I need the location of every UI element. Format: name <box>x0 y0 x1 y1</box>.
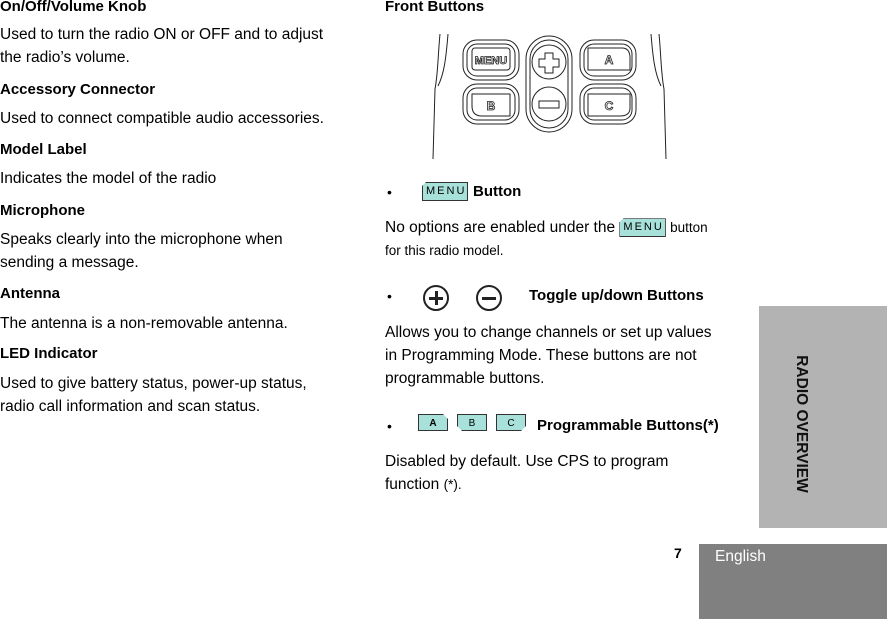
illustration-label-menu: MENU <box>475 55 507 67</box>
section-tab-label: RADIO OVERVIEW <box>793 355 810 493</box>
toggle-description-1: Allows you to change channels or set up … <box>385 324 712 341</box>
toggle-description-3: programmable buttons. <box>385 370 545 387</box>
illustration-label-c: C <box>605 99 614 113</box>
programmable-buttons-title: Programmable Buttons(*) <box>537 417 719 434</box>
menu-description-before: No options are enabled under the <box>385 219 616 236</box>
text-volume-knob-1: Used to turn the radio ON or OFF and to … <box>0 26 324 43</box>
menu-button-title: Button <box>473 183 522 200</box>
programmable-description-2: function (*). <box>385 474 462 497</box>
toggle-description-2: in Programming Mode. These buttons are n… <box>385 347 697 364</box>
illustration-label-b: B <box>487 99 496 113</box>
programmable-button-a-icon: A <box>418 414 448 431</box>
text-volume-knob-2: the radio’s volume. <box>0 49 130 66</box>
section-side-tab: RADIO OVERVIEW <box>759 306 887 528</box>
text-microphone-2: sending a message. <box>0 254 139 271</box>
programmable-button-b-icon: B <box>457 414 487 431</box>
heading-microphone: Microphone <box>0 202 85 219</box>
heading-accessory-connector: Accessory Connector <box>0 81 156 98</box>
heading-front-buttons: Front Buttons <box>385 0 485 15</box>
heading-antenna: Antenna <box>0 285 60 302</box>
text-antenna: The antenna is a non-removable antenna. <box>0 315 288 332</box>
bullet: • <box>387 184 392 200</box>
text-led-indicator-1: Used to give battery status, power-up st… <box>0 375 307 392</box>
menu-inline-icon: MENU <box>619 218 666 238</box>
illustration-label-a: A <box>605 53 614 67</box>
programmable-description-note: (*). <box>443 477 462 492</box>
programmable-button-c-icon: C <box>496 414 526 431</box>
menu-button-icon: MENU <box>422 182 469 201</box>
bullet: • <box>387 288 392 304</box>
menu-description-line1: No options are enabled under the MENU bu… <box>385 217 708 240</box>
text-accessory-connector: Used to connect compatible audio accesso… <box>0 110 324 127</box>
radio-front-buttons-illustration: MENU A B C <box>432 34 667 160</box>
heading-volume-knob: On/Off/Volume Knob <box>0 0 147 15</box>
language-tab: English <box>699 544 887 619</box>
programmable-description-1: Disabled by default. Use CPS to program <box>385 453 669 470</box>
heading-led-indicator: LED Indicator <box>0 345 98 362</box>
minus-circle-icon <box>476 285 502 311</box>
menu-description-after: button <box>670 220 708 235</box>
text-model-label: Indicates the model of the radio <box>0 170 217 187</box>
programmable-description-main: function <box>385 476 440 493</box>
bullet: • <box>387 418 392 434</box>
right-column: Front Buttons MENU A B C • MENU Button N… <box>385 0 745 500</box>
toggle-buttons-title: Toggle up/down Buttons <box>529 287 704 304</box>
plus-circle-icon <box>423 285 449 311</box>
text-led-indicator-2: radio call information and scan status. <box>0 398 261 415</box>
heading-model-label: Model Label <box>0 141 87 158</box>
language-label: English <box>715 548 766 565</box>
page-number: 7 <box>674 545 682 561</box>
menu-description-line2: for this radio model. <box>385 243 504 258</box>
left-column: On/Off/Volume Knob Used to turn the radi… <box>0 0 360 420</box>
text-microphone-1: Speaks clearly into the microphone when <box>0 231 283 248</box>
